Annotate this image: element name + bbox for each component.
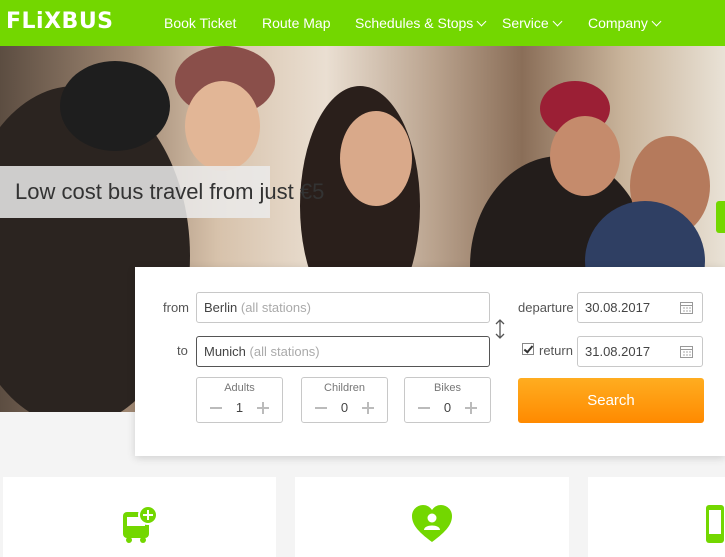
nav-company[interactable]: Company [588,15,662,31]
adults-plus-button[interactable] [257,402,269,414]
from-stations-hint: (all stations) [240,300,311,315]
search-panel: from Berlin (all stations) to Munich (al… [135,267,725,456]
search-button[interactable]: Search [518,378,704,423]
to-city: Munich [204,344,246,359]
bikes-value: 0 [443,400,452,415]
nav-company-label: Company [588,15,648,31]
adults-value: 1 [235,400,244,415]
bikes-label: Bikes [434,382,461,394]
top-navigation: FLiXBUS Book Ticket Route Map Schedules … [0,0,725,46]
bikes-plus-button[interactable] [465,402,477,414]
side-tab[interactable] [716,201,725,233]
from-city: Berlin [204,300,238,315]
nav-route-map[interactable]: Route Map [262,15,330,31]
nav-service-label: Service [502,15,549,31]
from-label: from [163,300,189,315]
chevron-down-icon [651,16,662,27]
chevron-down-icon [476,16,487,27]
chevron-down-icon [552,16,563,27]
calendar-icon[interactable] [680,301,693,314]
adults-label: Adults [224,382,255,394]
to-stations-hint: (all stations) [249,344,320,359]
return-date: 31.08.2017 [585,344,651,359]
mobile-icon [706,505,724,543]
nav-service[interactable]: Service [502,15,563,31]
departure-date-input[interactable]: 30.08.2017 [577,292,703,323]
nav-schedules-stops-label: Schedules & Stops [355,15,474,31]
bikes-stepper: Bikes 0 [404,377,491,423]
departure-label: departure [518,300,574,315]
children-stepper: Children 0 [301,377,388,423]
calendar-icon[interactable] [680,345,693,358]
children-label: Children [324,382,365,394]
children-value: 0 [340,400,349,415]
bus-add-icon [123,505,158,543]
to-label: to [177,343,188,358]
flixbus-logo[interactable]: FLiXBUS [6,9,114,34]
from-input[interactable]: Berlin (all stations) [196,292,490,323]
swap-direction-icon[interactable] [495,319,505,339]
nav-book-ticket[interactable]: Book Ticket [164,15,236,31]
children-plus-button[interactable] [362,402,374,414]
heart-user-icon [412,505,452,542]
nav-book-ticket-label: Book Ticket [164,15,237,31]
departure-date: 30.08.2017 [585,300,651,315]
return-label: return [539,343,573,358]
nav-schedules-stops[interactable]: Schedules & Stops [355,15,487,31]
nav-route-map-label: Route Map [262,15,331,31]
feature-card[interactable] [3,477,276,557]
return-date-input[interactable]: 31.08.2017 [577,336,703,367]
feature-card[interactable] [295,477,569,557]
feature-card[interactable] [588,477,725,557]
return-checkbox[interactable] [522,343,534,355]
to-input[interactable]: Munich (all stations) [196,336,490,367]
adults-stepper: Adults 1 [196,377,283,423]
hero-headline: Low cost bus travel from just €5 [15,179,325,204]
